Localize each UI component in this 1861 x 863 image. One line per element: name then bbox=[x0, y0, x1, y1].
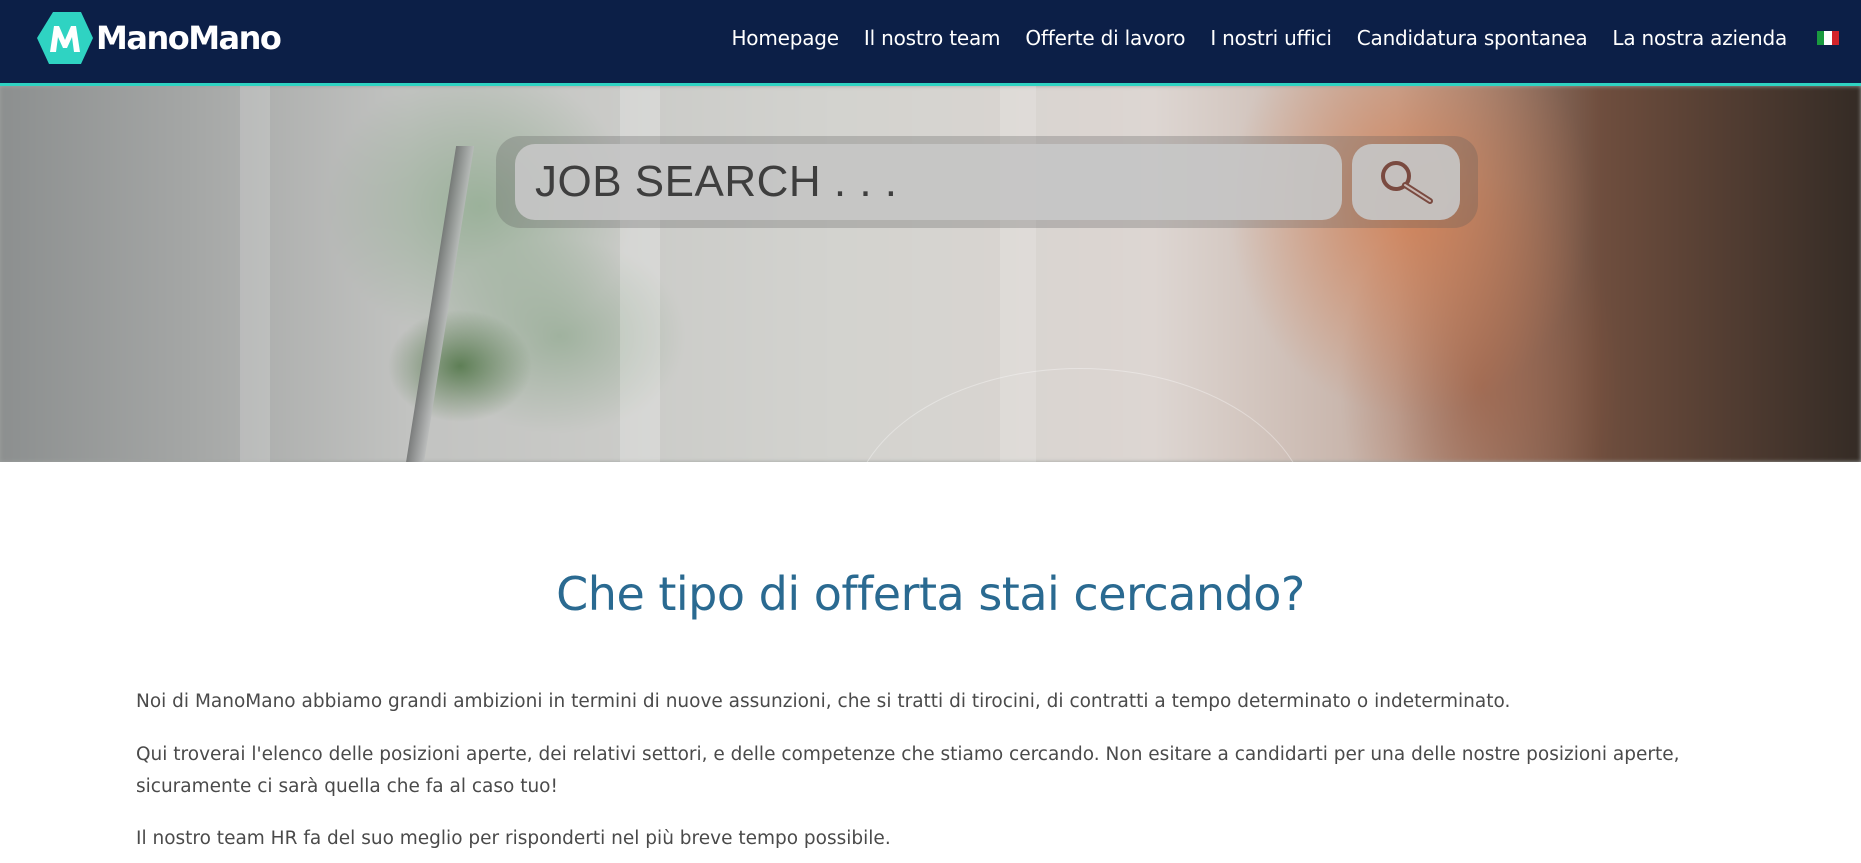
logo-wordmark: ManoMano bbox=[96, 19, 282, 57]
nav-homepage[interactable]: Homepage bbox=[731, 26, 839, 50]
intro-paragraph-1: Noi di ManoMano abbiamo grandi ambizioni… bbox=[136, 691, 1511, 712]
manomano-logo[interactable]: ManoMano bbox=[36, 10, 282, 66]
plant-decoration bbox=[360, 286, 560, 462]
manomano-logo-icon bbox=[37, 12, 93, 64]
top-navigation-bar: ManoMano Homepage Il nostro team Offerte… bbox=[0, 0, 1861, 86]
job-search-input[interactable]: JOB SEARCH . . . bbox=[515, 144, 1342, 220]
intro-paragraph-2: Qui troverai l'elenco delle posizioni ap… bbox=[136, 744, 1680, 797]
nav-il-nostro-team[interactable]: Il nostro team bbox=[864, 26, 1001, 50]
nav-la-nostra-azienda[interactable]: La nostra azienda bbox=[1612, 26, 1787, 50]
nav-offerte-di-lavoro[interactable]: Offerte di lavoro bbox=[1025, 26, 1185, 50]
italian-flag-icon[interactable] bbox=[1817, 31, 1839, 45]
page-title: Che tipo di offerta stai cercando? bbox=[556, 567, 1305, 621]
intro-paragraph-3: Il nostro team HR fa del suo meglio per … bbox=[136, 828, 891, 849]
job-search-placeholder: JOB SEARCH . . . bbox=[535, 157, 898, 206]
nav-i-nostri-uffici[interactable]: I nostri uffici bbox=[1210, 26, 1332, 50]
magnifier-icon bbox=[1381, 161, 1433, 204]
job-search-button[interactable] bbox=[1352, 144, 1460, 220]
nav-candidatura-spontanea[interactable]: Candidatura spontanea bbox=[1357, 26, 1588, 50]
main-nav: Homepage Il nostro team Offerte di lavor… bbox=[706, 0, 1839, 76]
